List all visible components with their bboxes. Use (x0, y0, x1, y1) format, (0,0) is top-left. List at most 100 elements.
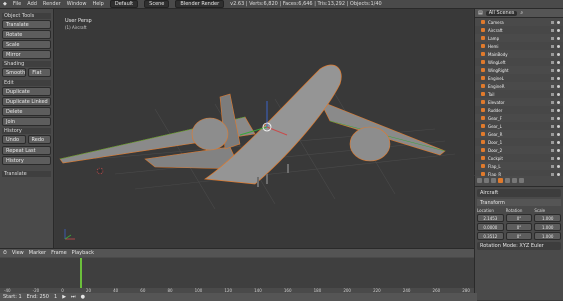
material-tab-icon[interactable] (519, 178, 524, 183)
select-toggle-icon[interactable] (551, 20, 554, 24)
rotation-y-field[interactable]: 0° (505, 223, 533, 231)
select-toggle-icon[interactable] (551, 148, 554, 152)
outliner-search-icon[interactable]: ⌕ (520, 10, 523, 16)
eye-icon[interactable] (557, 68, 560, 72)
outliner-item[interactable]: Door_2 (475, 146, 563, 154)
outliner-item[interactable]: Gear_F (475, 114, 563, 122)
eye-icon[interactable] (557, 36, 560, 40)
start-frame-field[interactable]: Start: 1 (3, 294, 22, 300)
rotate-button[interactable]: Rotate (2, 30, 51, 39)
select-toggle-icon[interactable] (551, 132, 554, 136)
menu-add[interactable]: Add (27, 1, 37, 7)
eye-icon[interactable] (557, 60, 560, 64)
rotation-mode-select[interactable]: Rotation Mode: XYZ Euler (477, 242, 561, 250)
current-frame-field[interactable]: 1 (54, 294, 57, 300)
timeline-icon[interactable]: ⏱ (3, 250, 7, 256)
eye-icon[interactable] (557, 92, 560, 96)
menu-help[interactable]: Help (92, 1, 103, 7)
select-toggle-icon[interactable] (551, 44, 554, 48)
delete-button[interactable]: Delete (2, 107, 51, 116)
eye-icon[interactable] (557, 116, 560, 120)
outliner-item[interactable]: EngineR (475, 82, 563, 90)
outliner-item[interactable]: Cockpit (475, 154, 563, 162)
eye-icon[interactable] (557, 124, 560, 128)
end-frame-field[interactable]: End: 250 (27, 294, 49, 300)
select-toggle-icon[interactable] (551, 84, 554, 88)
menu-window[interactable]: Window (67, 1, 87, 7)
scale-x-field[interactable]: 1.000 (534, 214, 562, 222)
eye-icon[interactable] (557, 164, 560, 168)
eye-icon[interactable] (557, 20, 560, 24)
render-tab-icon[interactable] (477, 178, 482, 183)
repeat-last-button[interactable]: Repeat Last (2, 146, 51, 155)
airplane-model[interactable] (59, 64, 446, 187)
scene-select[interactable]: Scene (144, 0, 170, 8)
eye-icon[interactable] (557, 132, 560, 136)
outliner-view-select[interactable]: All Scenes (485, 10, 518, 16)
history-button[interactable]: History (2, 156, 51, 165)
timeline-menu-frame[interactable]: Frame (51, 250, 67, 256)
outliner-item[interactable]: Tail (475, 90, 563, 98)
select-toggle-icon[interactable] (551, 124, 554, 128)
outliner-item[interactable]: Gear_L (475, 122, 563, 130)
outliner-item[interactable]: Gear_R (475, 130, 563, 138)
3d-viewport[interactable] (55, 9, 473, 248)
object-name-field[interactable]: Aircraft (477, 189, 561, 197)
select-toggle-icon[interactable] (551, 116, 554, 120)
blender-logo-icon[interactable]: ◆ (3, 1, 7, 7)
select-toggle-icon[interactable] (551, 36, 554, 40)
select-toggle-icon[interactable] (551, 108, 554, 112)
select-toggle-icon[interactable] (551, 60, 554, 64)
outliner-item[interactable]: EngineL (475, 74, 563, 82)
outliner-item[interactable]: Camera (475, 18, 563, 26)
eye-icon[interactable] (557, 140, 560, 144)
timeline-track[interactable] (0, 258, 474, 288)
modifiers-tab-icon[interactable] (512, 178, 517, 183)
flat-button[interactable]: Flat (28, 68, 51, 77)
current-frame-indicator[interactable] (80, 258, 82, 288)
outliner-item[interactable]: Aircraft (475, 26, 563, 34)
scale-z-field[interactable]: 1.000 (534, 232, 562, 240)
select-toggle-icon[interactable] (551, 52, 554, 56)
undo-button[interactable]: Undo (2, 135, 26, 144)
outliner-item[interactable]: WingLeft (475, 58, 563, 66)
scale-button[interactable]: Scale (2, 40, 51, 49)
select-toggle-icon[interactable] (551, 164, 554, 168)
operator-panel-label[interactable]: Translate (2, 171, 51, 177)
eye-icon[interactable] (557, 44, 560, 48)
menu-file[interactable]: File (13, 1, 21, 7)
editor-type-select[interactable]: Default (109, 0, 139, 8)
rotation-z-field[interactable]: 0° (505, 232, 533, 240)
transform-panel-header[interactable]: Transform (477, 199, 561, 206)
outliner-item[interactable]: Door_1 (475, 138, 563, 146)
section-header-object-tools[interactable]: Object Tools (2, 13, 51, 19)
smooth-button[interactable]: Smooth (2, 68, 27, 77)
outliner-item[interactable]: Hemi (475, 42, 563, 50)
select-toggle-icon[interactable] (551, 68, 554, 72)
translate-button[interactable]: Translate (2, 20, 51, 29)
3d-cursor-icon[interactable] (96, 167, 104, 175)
constraints-tab-icon[interactable] (505, 178, 510, 183)
outliner-item[interactable]: Lamp (475, 34, 563, 42)
scene-tab-icon[interactable] (484, 178, 489, 183)
menu-render[interactable]: Render (43, 1, 61, 7)
outliner-item[interactable]: Rudder (475, 106, 563, 114)
duplicate-linked-button[interactable]: Duplicate Linked (2, 97, 51, 106)
location-z-field[interactable]: 0.3512 (477, 232, 504, 240)
record-icon[interactable]: ● (81, 294, 85, 300)
eye-icon[interactable] (557, 108, 560, 112)
redo-button[interactable]: Redo (27, 135, 51, 144)
mirror-button[interactable]: Mirror (2, 50, 51, 59)
eye-icon[interactable] (557, 52, 560, 56)
section-header-edit[interactable]: Edit (2, 80, 51, 86)
eye-icon[interactable] (557, 148, 560, 152)
eye-icon[interactable] (557, 84, 560, 88)
play-icon[interactable]: ▶ (62, 294, 66, 300)
outliner-item[interactable]: Flap_L (475, 162, 563, 170)
jump-end-icon[interactable]: ⏭ (71, 294, 76, 300)
object-tab-icon[interactable] (498, 178, 503, 183)
outliner-item[interactable]: Elevator (475, 98, 563, 106)
eye-icon[interactable] (557, 156, 560, 160)
join-button[interactable]: Join (2, 117, 51, 126)
location-y-field[interactable]: 0.0000 (477, 223, 504, 231)
